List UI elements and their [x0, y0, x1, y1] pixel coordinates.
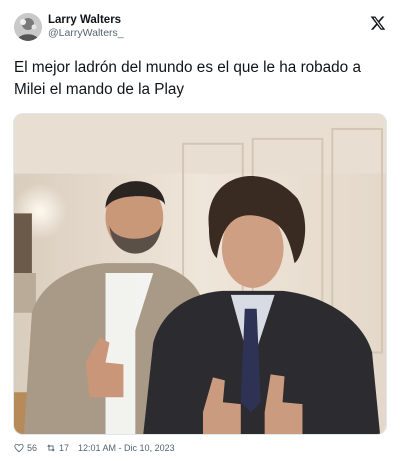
- author-display-name[interactable]: Larry Walters: [48, 14, 124, 27]
- retweet-icon: [47, 444, 55, 452]
- tweet-card[interactable]: Larry Walters @LarryWalters_ El mejor la…: [0, 0, 400, 461]
- avatar-image: [14, 13, 42, 41]
- tweet-timestamp[interactable]: 12:01 AM - Dic 10, 2023: [78, 443, 175, 453]
- x-logo-icon[interactable]: [370, 15, 386, 31]
- author-names: Larry Walters @LarryWalters_: [48, 14, 124, 40]
- retweet-count: 17: [59, 443, 70, 453]
- like-count: 56: [27, 443, 38, 453]
- tweet-text: El mejor ladrón del mundo es el que le h…: [14, 59, 361, 98]
- like-button[interactable]: 56: [14, 443, 37, 453]
- photo-illustration: [14, 114, 386, 434]
- heart-icon: [14, 443, 24, 453]
- author-handle[interactable]: @LarryWalters_: [48, 27, 124, 40]
- tweet-photo[interactable]: [13, 113, 387, 435]
- tweet-footer: 56 17 12:01 AM - Dic 10, 2023: [14, 441, 175, 455]
- retweet-button[interactable]: 17: [46, 443, 69, 453]
- tweet-header: Larry Walters @LarryWalters_: [14, 11, 386, 43]
- avatar[interactable]: [14, 13, 42, 41]
